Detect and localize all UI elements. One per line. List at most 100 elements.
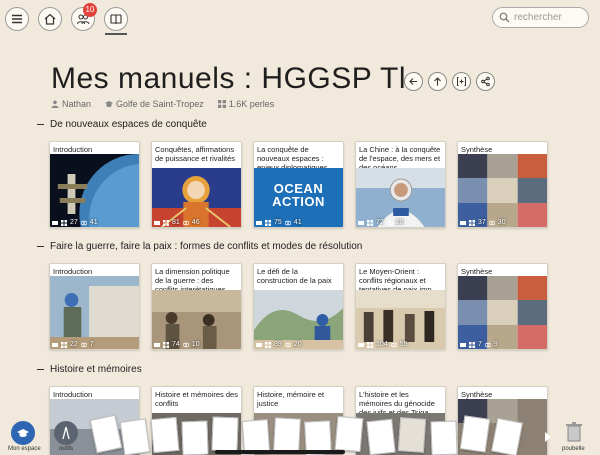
card-count: 37	[478, 219, 486, 226]
deck-page[interactable]	[181, 420, 209, 455]
card-label: Histoire, mémoire et justice	[257, 390, 325, 408]
eye-icon	[182, 342, 189, 347]
active-tab-indicator	[105, 33, 127, 35]
pearls-icon	[256, 220, 262, 225]
deck-page[interactable]	[119, 418, 151, 455]
collapse-dash-icon	[37, 368, 44, 371]
deck-page[interactable]	[211, 416, 239, 452]
pearls-icon	[256, 342, 262, 347]
grid-icon	[163, 341, 169, 348]
pearls-icon	[154, 220, 160, 225]
card-views: 7	[89, 341, 94, 348]
card-stats: 22 7	[52, 341, 94, 348]
search-icon	[499, 12, 510, 23]
section-title-text: De nouveaux espaces de conquête	[50, 119, 207, 130]
card-label: La dimension politique de la guerre : de…	[155, 267, 234, 292]
card-stats: 7 9	[460, 341, 498, 348]
chapter-card[interactable]: La Chine : à la conquête de l'espace, de…	[355, 141, 446, 228]
menu-button[interactable]	[5, 7, 29, 31]
deck-page[interactable]	[490, 417, 524, 455]
deck-page[interactable]	[273, 417, 301, 453]
chapter-card[interactable]: Introduction 27 41	[49, 141, 140, 228]
arrow-left-icon	[409, 78, 417, 85]
card-label: La conquête de nouveaux espaces : enjeux…	[257, 145, 336, 170]
up-button[interactable]	[428, 72, 447, 91]
eye-icon	[386, 220, 393, 225]
card-label: Histoire et mémoires des conflits	[155, 390, 238, 408]
grid-icon	[469, 341, 475, 348]
ocean-action-text: OCEAN ACTION	[272, 180, 325, 209]
home-button[interactable]	[38, 7, 62, 31]
bottom-dock: Mon espace outils poubelle	[0, 414, 600, 455]
card-views: 9	[493, 341, 498, 348]
chapter-card[interactable]: Introduction 22 7	[49, 263, 140, 350]
card-views: 46	[191, 219, 200, 226]
chapter-card[interactable]: Le Moyen-Orient : conflits régionaux et …	[355, 263, 446, 350]
deck-page[interactable]	[89, 414, 123, 454]
chapter-card[interactable]: Synthèse 7 9	[457, 263, 548, 350]
tools-button[interactable]	[54, 421, 78, 445]
card-label: Introduction	[53, 267, 93, 276]
manuals-button[interactable]	[104, 7, 128, 31]
grid-icon	[61, 341, 67, 348]
chapter-card[interactable]: La conquête de nouveaux espaces : enjeux…	[253, 141, 344, 228]
trash-label: poubelle	[562, 446, 585, 452]
pearls-icon	[460, 220, 466, 225]
section-title[interactable]: De nouveaux espaces de conquête	[37, 119, 207, 130]
user-icon	[51, 100, 59, 108]
section-title[interactable]: Faire la guerre, faire la paix : formes …	[37, 241, 362, 252]
card-count: 74	[172, 341, 180, 348]
card-views: 41	[293, 219, 302, 226]
deck-page[interactable]	[459, 415, 491, 453]
chapter-card[interactable]: La dimension politique de la guerre : de…	[151, 263, 242, 350]
trash-button[interactable]	[566, 422, 582, 447]
section-title[interactable]: Histoire et mémoires	[37, 364, 142, 375]
chapter-card[interactable]: Synthèse 37 30	[457, 141, 548, 228]
card-views: 41	[89, 219, 98, 226]
card-views: 30	[497, 219, 506, 226]
section-title-text: Faire la guerre, faire la paix : formes …	[50, 241, 363, 252]
tools-label: outils	[59, 446, 74, 452]
hamburger-icon	[12, 14, 22, 24]
share-button[interactable]	[476, 72, 495, 91]
chapter-card[interactable]: Le défi de la construction de la paix 89…	[253, 263, 344, 350]
title-actions	[404, 72, 495, 91]
search-input[interactable]	[514, 12, 586, 23]
school-info[interactable]: Golfe de Saint-Tropez	[105, 99, 204, 109]
search-box[interactable]	[492, 7, 589, 28]
card-row: Introduction 27 41 Conquêtes, affirmatio…	[49, 141, 548, 228]
deck-page[interactable]	[150, 416, 180, 454]
card-label: Introduction	[53, 390, 93, 399]
card-count: 104	[376, 341, 388, 348]
add-button[interactable]	[452, 72, 471, 91]
grid-icon	[367, 341, 373, 348]
eye-icon	[390, 342, 397, 347]
card-count: 89	[274, 341, 282, 348]
compass-icon	[62, 426, 70, 440]
card-stats: 74 10	[154, 341, 200, 348]
pearls-icon	[358, 220, 364, 225]
chapter-card[interactable]: Conquêtes, affirmations de puissance et …	[151, 141, 242, 228]
pearls-icon	[154, 342, 160, 347]
grid-icon	[469, 219, 475, 226]
eye-icon	[284, 220, 291, 225]
card-stats: 75 41	[256, 219, 302, 226]
collapse-dash-icon	[37, 123, 44, 126]
card-label: L'histoire et les mémoires du génocide d…	[359, 390, 435, 415]
card-label: Introduction	[53, 145, 93, 154]
back-button[interactable]	[404, 72, 423, 91]
deck-page[interactable]	[334, 415, 364, 453]
my-space-label: Mon espace	[8, 446, 41, 452]
card-stats: 37 30	[460, 219, 506, 226]
publisher-info[interactable]: Nathan	[51, 99, 91, 109]
book-icon	[110, 14, 122, 24]
card-stats: 89 20	[256, 341, 302, 348]
deck-page[interactable]	[366, 418, 396, 455]
card-label: Synthèse	[461, 390, 493, 399]
my-space-button[interactable]	[11, 421, 35, 445]
eye-icon	[182, 220, 189, 225]
deck-page[interactable]	[430, 420, 458, 455]
trash-icon	[566, 422, 582, 442]
deck-next-arrow-icon[interactable]	[544, 429, 552, 447]
deck-page[interactable]	[397, 417, 427, 453]
